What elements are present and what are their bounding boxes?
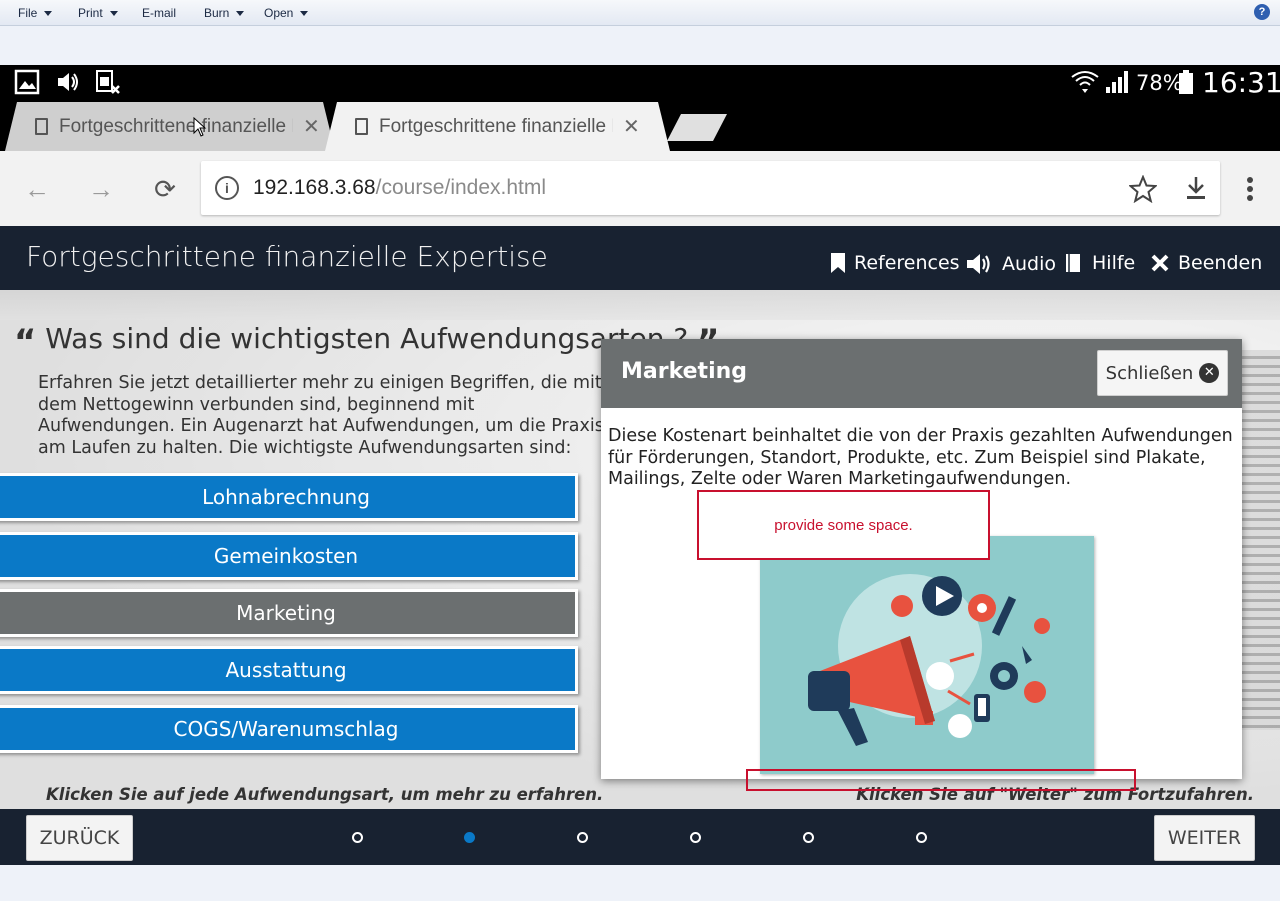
- question-circle-icon[interactable]: ?: [1254, 4, 1270, 20]
- sim-error-icon: [96, 70, 120, 94]
- url-host: 192.168.3.68: [253, 176, 376, 199]
- page-dot-4[interactable]: [690, 832, 701, 843]
- chevron-down-icon: [236, 10, 245, 16]
- book-icon: [1066, 254, 1080, 272]
- browser-toolbar: ← → ⟳ i 192.168.3.68/course/index.html: [0, 151, 1280, 226]
- mouse-cursor-icon: [193, 117, 207, 137]
- bookmark-icon: [831, 253, 845, 273]
- course-footer: ZURÜCK WEITER: [0, 809, 1280, 865]
- more-vert-icon[interactable]: [1244, 175, 1256, 203]
- nav-beenden-label: Beenden: [1178, 252, 1263, 274]
- annotation-highlight: [746, 769, 1136, 791]
- page-dot-6[interactable]: [916, 832, 927, 843]
- menu-print[interactable]: Print: [78, 6, 118, 20]
- chevron-down-icon: [44, 10, 53, 16]
- nav-audio-label: Audio: [1002, 253, 1057, 275]
- battery-percentage: 78%: [1136, 71, 1183, 95]
- popup-header: Marketing Schließen ✕: [601, 339, 1242, 408]
- viewer-spacer: [0, 27, 1280, 65]
- info-icon[interactable]: i: [215, 176, 239, 200]
- nav-audio[interactable]: Audio: [966, 252, 1056, 276]
- volume-icon: [58, 73, 78, 91]
- status-bar: 78% 16:31: [0, 65, 1280, 100]
- chevron-down-icon: [109, 10, 118, 16]
- category-button-marketing[interactable]: Marketing: [0, 589, 578, 637]
- category-button-lohnabrechnung[interactable]: Lohnabrechnung: [0, 473, 578, 521]
- back-button[interactable]: ZURÜCK: [26, 815, 133, 861]
- browser-tab-strip: Fortgeschrittene finanzielle Expertise ✕…: [0, 100, 1280, 151]
- menu-print-label: Print: [78, 6, 103, 20]
- category-button-cogs[interactable]: COGS/Warenumschlag: [0, 705, 578, 753]
- nav-hilfe-label: Hilfe: [1092, 252, 1136, 274]
- chevron-down-icon: [300, 10, 309, 16]
- image-icon: [14, 69, 40, 95]
- page-dot-5[interactable]: [803, 832, 814, 843]
- slide-intro-text: Erfahren Sie jetzt detaillierter mehr zu…: [38, 373, 604, 458]
- tab-title: Fortgeschrittene finanzielle Expertise: [59, 115, 293, 137]
- new-tab-button[interactable]: [667, 114, 727, 141]
- course-header: Fortgeschrittene finanzielle Expertise R…: [0, 226, 1280, 290]
- speaker-icon: [967, 254, 990, 274]
- popup-body: Diese Kostenart beinhaltet die von der P…: [608, 426, 1233, 489]
- close-icon[interactable]: ✕: [623, 114, 640, 139]
- nav-references-label: References: [854, 252, 960, 274]
- page-dot-1[interactable]: [352, 832, 363, 843]
- background-photo: [0, 290, 1280, 320]
- annotation-box: provide some space.: [697, 490, 990, 560]
- hint-left: Klicken Sie auf jede Aufwendungsart, um …: [46, 785, 604, 804]
- reload-icon[interactable]: ⟳: [149, 173, 181, 205]
- nav-beenden[interactable]: Beenden: [1150, 252, 1262, 274]
- nav-references[interactable]: References: [830, 252, 960, 274]
- next-button[interactable]: WEITER: [1154, 815, 1255, 861]
- menu-open-label: Open: [264, 6, 294, 20]
- slide-question-text: Was sind die wichtigsten Aufwendungsarte…: [45, 322, 689, 355]
- viewer-toolbar: File Print E-mail Burn Open ?: [0, 0, 1280, 26]
- signal-icon: [1106, 71, 1128, 93]
- close-popup-label: Schließen: [1105, 362, 1194, 384]
- menu-email-label: E-mail: [142, 6, 177, 20]
- close-popup-button[interactable]: Schließen ✕: [1097, 350, 1228, 396]
- browser-tab-1[interactable]: Fortgeschrittene finanzielle Expertise ✕: [5, 102, 335, 151]
- nav-hilfe[interactable]: Hilfe: [1064, 252, 1135, 274]
- course-title: Fortgeschrittene finanzielle Expertise: [26, 240, 548, 273]
- menu-file[interactable]: File: [18, 6, 53, 20]
- close-x-icon: [1151, 254, 1169, 272]
- page-dot-3[interactable]: [577, 832, 588, 843]
- document-icon: [355, 118, 368, 135]
- category-button-gemeinkosten[interactable]: Gemeinkosten: [0, 532, 578, 580]
- back-arrow-icon[interactable]: ←: [21, 173, 53, 205]
- annotation-text: provide some space.: [774, 516, 913, 534]
- url-text[interactable]: 192.168.3.68/course/index.html: [253, 176, 546, 200]
- close-circle-icon: ✕: [1199, 363, 1220, 383]
- clock: 16:31: [1202, 66, 1280, 99]
- page-dot-2[interactable]: [464, 832, 475, 843]
- star-icon[interactable]: [1129, 175, 1157, 203]
- battery-icon: [1179, 70, 1193, 94]
- forward-arrow-icon[interactable]: →: [85, 173, 117, 205]
- menu-burn[interactable]: Burn: [204, 6, 245, 20]
- menu-open[interactable]: Open: [264, 6, 309, 20]
- popup-title: Marketing: [621, 359, 748, 384]
- download-icon[interactable]: [1184, 175, 1208, 201]
- tab-title: Fortgeschrittene finanzielle Expertise: [379, 115, 613, 137]
- menu-burn-label: Burn: [204, 6, 230, 20]
- quote-open-icon: “: [14, 322, 37, 362]
- viewer-bottom-spacer: [0, 865, 1280, 901]
- menu-file-label: File: [18, 6, 38, 20]
- browser-tab-2[interactable]: Fortgeschrittene finanzielle Expertise ✕: [325, 102, 670, 151]
- menu-email[interactable]: E-mail: [142, 6, 176, 20]
- wifi-icon: [1071, 71, 1099, 93]
- close-icon[interactable]: ✕: [303, 114, 320, 139]
- url-path: /course/index.html: [375, 176, 547, 199]
- address-bar[interactable]: i 192.168.3.68/course/index.html: [201, 161, 1220, 215]
- megaphone-illustration: [760, 536, 1094, 774]
- document-icon: [35, 118, 48, 135]
- category-button-ausstattung[interactable]: Ausstattung: [0, 646, 578, 694]
